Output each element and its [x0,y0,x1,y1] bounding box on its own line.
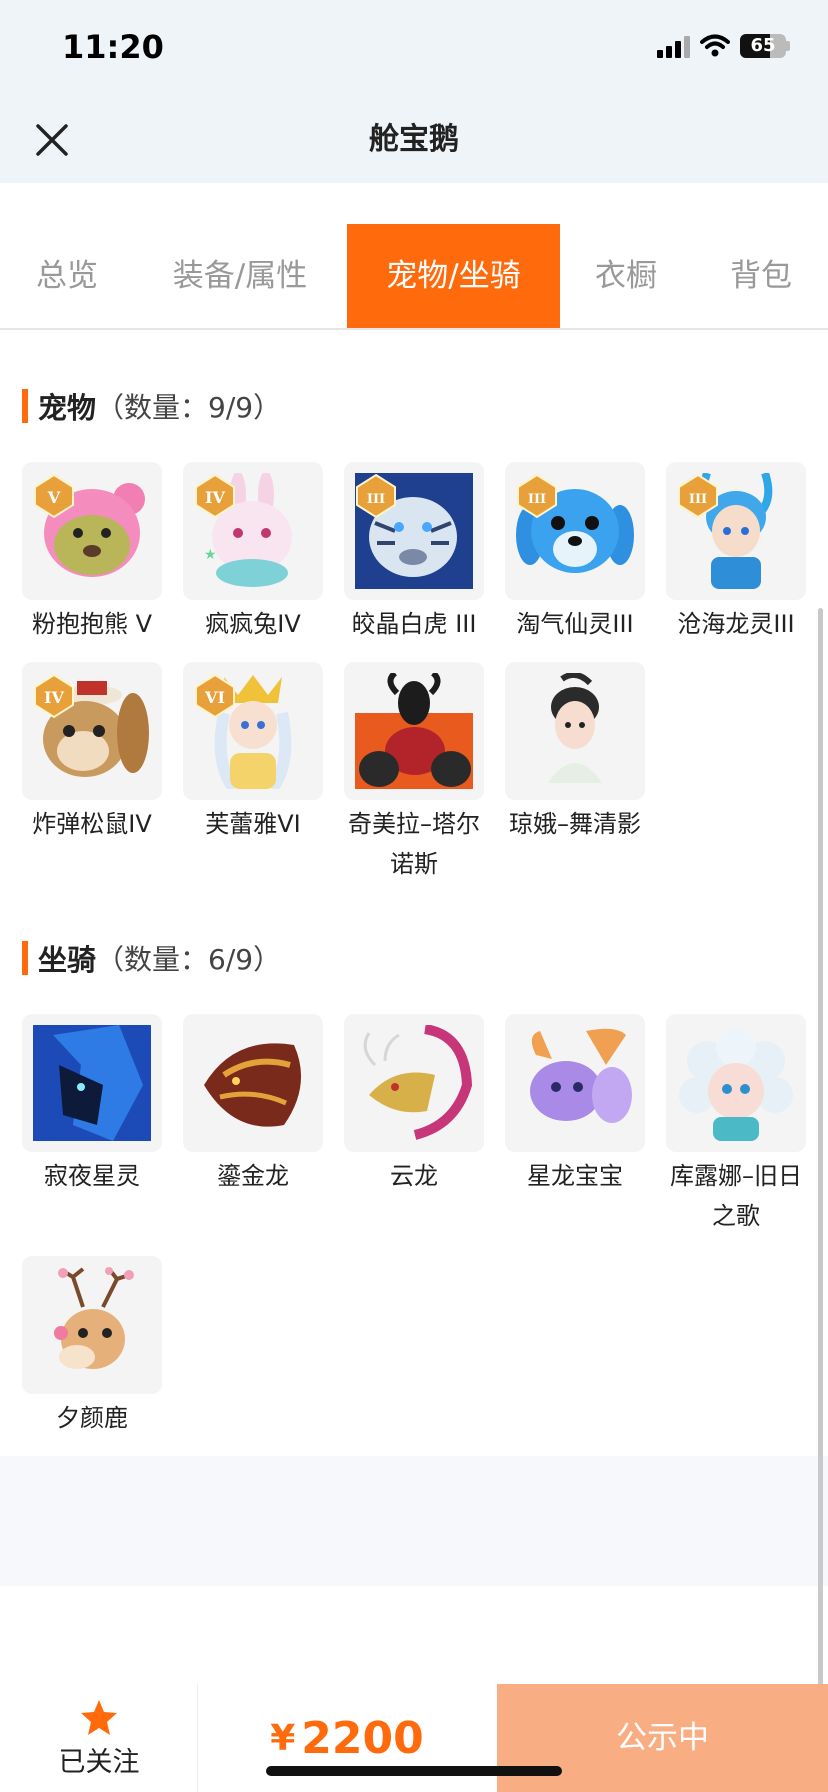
tier-badge-icon: IV [34,673,74,719]
mount-item[interactable]: 鎏金龙 [183,1014,323,1196]
pet-image: III [505,462,645,600]
mounts-count: （数量：6/9） [96,943,282,976]
currency-symbol: ¥ [270,1717,296,1759]
tier-badge-label: III [528,492,546,507]
mount-image [183,1014,323,1152]
pet-name: 炸弹松鼠IV [32,810,152,838]
mount-name: 库露娜–旧日之歌 [670,1162,802,1230]
mounts-section-title: 坐骑 [38,943,97,977]
tier-badge-icon: V [34,473,74,519]
cellular-signal-icon [657,34,690,58]
tier-badge-icon: VI [195,673,235,719]
tier-badge-label: IV [44,688,64,707]
tier-badge-icon: III [356,473,396,519]
pet-image: IV [22,662,162,800]
tab-pets-mounts[interactable]: 宠物/坐骑 [347,224,560,328]
pet-image: V [22,462,162,600]
mount-name: 鎏金龙 [217,1162,289,1190]
pet-name: 粉抱抱熊 V [31,610,153,638]
tier-badge-label: V [47,488,61,507]
mount-image [22,1256,162,1394]
pet-item[interactable]: IV 炸弹松鼠IV [22,662,162,844]
pet-item[interactable]: III 沧海龙灵III [666,462,806,644]
svg-text:★: ★ [204,547,217,563]
mount-name: 夕颜鹿 [56,1404,128,1432]
pet-item[interactable]: V 粉抱抱熊 V [22,462,162,644]
tab-overview[interactable]: 总览 [22,224,112,328]
tab-equipment[interactable]: 装备/属性 [158,224,322,328]
status-icons: 65 [657,34,790,58]
top-header: 11:20 65 舱宝鹅 [0,0,828,183]
mount-item[interactable]: 星龙宝宝 [505,1014,645,1196]
page-title: 舱宝鹅 [369,122,459,157]
home-indicator[interactable] [266,1766,562,1776]
pet-name: 琼娥–舞清影 [509,810,641,838]
pet-image: III [666,462,806,600]
pet-name: 皎晶白虎 III [351,610,477,638]
mount-name: 云龙 [390,1162,438,1190]
tier-badge-icon: III [678,473,718,519]
footer-spacer [0,1456,828,1586]
scrollbar[interactable] [818,608,823,1718]
pet-name: 沧海龙灵III [677,610,795,638]
pets-section-title: 宠物 [38,391,97,425]
follow-button[interactable]: 已关注 [0,1684,198,1792]
status-time: 11:20 [62,28,164,66]
mount-item[interactable]: 云龙 [344,1014,484,1196]
mount-item[interactable]: 夕颜鹿 [22,1256,162,1438]
pet-item[interactable]: 奇美拉–塔尔诺斯 [344,662,484,884]
battery-level: 65 [750,35,776,56]
mount-image [505,1014,645,1152]
mount-name: 星龙宝宝 [527,1162,623,1190]
pet-image: VI [183,662,323,800]
mounts-section-header: 坐骑 （数量：6/9） [22,940,282,977]
follow-label: 已关注 [58,1747,140,1778]
pet-name: 奇美拉–塔尔诺斯 [348,810,480,878]
pet-image [505,662,645,800]
tier-badge-label: IV [205,488,225,507]
pet-item[interactable]: VI 芙蕾雅VI [183,662,323,844]
tab-wardrobe[interactable]: 衣橱 [586,224,666,328]
pet-image [344,662,484,800]
price-amount: 2200 [301,1712,424,1764]
tier-badge-icon: IV [195,473,235,519]
mount-image [344,1014,484,1152]
pet-name: 芙蕾雅VI [205,810,301,838]
pet-image: III [344,462,484,600]
star-icon [81,1700,117,1735]
pet-name: 疯疯兔IV [205,610,301,638]
wifi-icon [700,34,730,57]
mount-item[interactable]: 库露娜–旧日之歌 [666,1014,806,1236]
pets-section-header: 宠物 （数量：9/9） [22,388,282,425]
tier-badge-icon: III [517,473,557,519]
pet-item[interactable]: 琼娥–舞清影 [505,662,645,844]
pet-item[interactable]: ★★ IV 疯疯兔IV [183,462,323,644]
pet-image: ★★ IV [183,462,323,600]
pets-count: （数量：9/9） [96,391,282,424]
mount-image [22,1014,162,1152]
tier-badge-label: III [689,492,707,507]
tier-badge-label: III [367,492,385,507]
mount-name: 寂夜星灵 [44,1162,140,1190]
mount-item[interactable]: 寂夜星灵 [22,1014,162,1196]
tier-badge-label: VI [204,688,225,707]
tab-bar: 总览 装备/属性 宠物/坐骑 衣橱 背包 [0,224,828,330]
mount-image [666,1014,806,1152]
pet-item[interactable]: III 皎晶白虎 III [344,462,484,644]
pet-name: 淘气仙灵III [516,610,634,638]
battery-icon: 65 [740,34,786,58]
tab-backpack[interactable]: 背包 [716,224,806,328]
pet-item[interactable]: III 淘气仙灵III [505,462,645,644]
